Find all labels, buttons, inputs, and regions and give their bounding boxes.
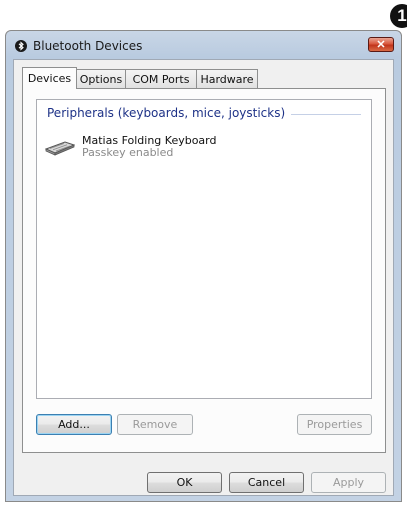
group-title: Peripherals (keyboards, mice, joysticks) [47, 106, 286, 120]
dialog-body: Devices Options COM Ports Hardware Perip… [13, 59, 394, 496]
window-title: Bluetooth Devices [33, 39, 143, 53]
properties-button[interactable]: Properties [297, 414, 372, 435]
keyboard-icon [45, 141, 75, 156]
step-number-badge: 1 [390, 4, 407, 28]
tab-hardware[interactable]: Hardware [196, 69, 258, 88]
bluetooth-devices-window: Bluetooth Devices ✕ Devices Options COM … [5, 30, 402, 502]
device-status: Passkey enabled [82, 146, 174, 159]
bluetooth-icon [15, 40, 27, 52]
apply-button[interactable]: Apply [311, 472, 386, 493]
group-header: Peripherals (keyboards, mice, joysticks) [47, 105, 361, 121]
devices-tab-panel: Peripherals (keyboards, mice, joysticks)… [22, 88, 386, 453]
tab-devices[interactable]: Devices [22, 67, 77, 89]
ok-button[interactable]: OK [147, 472, 222, 493]
add-button[interactable]: Add... [36, 414, 112, 435]
device-list[interactable]: Peripherals (keyboards, mice, joysticks)… [36, 99, 372, 399]
title-bar[interactable]: Bluetooth Devices ✕ [6, 31, 401, 59]
cancel-button[interactable]: Cancel [229, 472, 304, 493]
tab-com-ports[interactable]: COM Ports [125, 69, 197, 88]
group-divider [291, 113, 361, 115]
remove-button[interactable]: Remove [117, 414, 193, 435]
close-icon: ✕ [376, 39, 386, 51]
tab-options[interactable]: Options [76, 69, 126, 88]
device-item[interactable]: Matias Folding Keyboard Passkey enabled [45, 134, 265, 166]
close-button[interactable]: ✕ [368, 37, 394, 52]
